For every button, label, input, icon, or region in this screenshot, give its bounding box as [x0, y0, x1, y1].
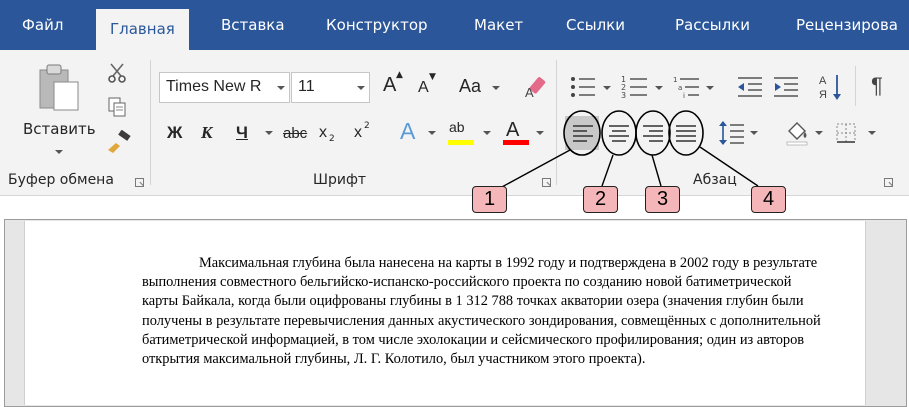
callout-label-2: 2 [583, 186, 618, 213]
callout-label-4: 4 [751, 186, 786, 213]
document-paragraph[interactable]: Максимальная глубина была нанесена на ка… [142, 254, 822, 369]
document-page[interactable]: Максимальная глубина была нанесена на ка… [24, 221, 866, 405]
callout-label-3: 3 [645, 186, 680, 213]
callout-label-1: 1 [472, 186, 507, 213]
callout-circle [635, 110, 671, 156]
callout-leader [699, 146, 759, 187]
callout-circle [668, 110, 704, 156]
document-area: Максимальная глубина была нанесена на ка… [4, 219, 907, 407]
callout-leader [499, 149, 571, 189]
callout-circle [563, 110, 601, 156]
callout-leader [601, 154, 614, 187]
callout-circle [601, 110, 637, 156]
callout-leader [651, 154, 662, 187]
